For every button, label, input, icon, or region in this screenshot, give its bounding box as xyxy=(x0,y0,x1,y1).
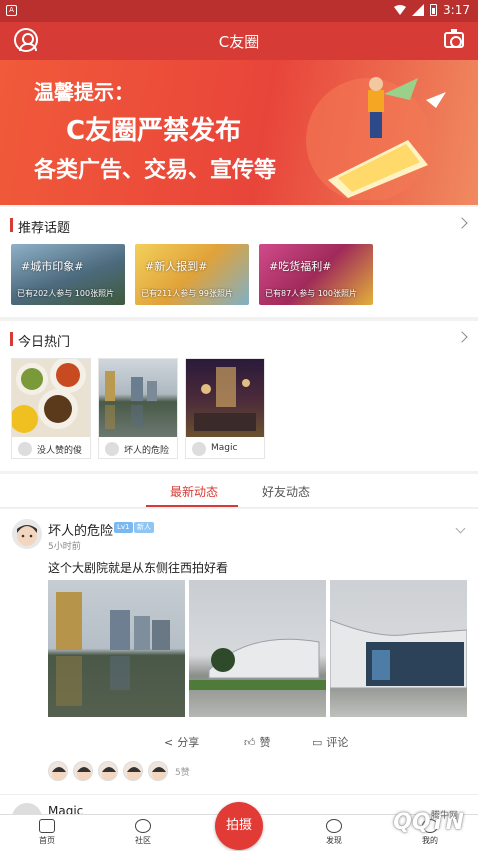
liker-avatar[interactable] xyxy=(123,761,143,781)
notice-banner[interactable]: 温馨提示： C友圈严禁发布 各类广告、交易、宣传等 xyxy=(0,60,478,205)
topic-card[interactable]: #新人报到# 已有211人参与 99张照片 xyxy=(135,244,249,305)
post-content: 这个大剧院就是从东侧往西拍好看 xyxy=(48,561,229,575)
feed-post: 坏人的危险 Lv1 新人 5小时前 这个大剧院就是从东侧往西拍好看 < 分享 👍… xyxy=(0,509,478,794)
liker-avatar[interactable] xyxy=(148,761,168,781)
topics-title: 推荐话题 xyxy=(18,221,71,236)
topic-tag: #城市印象# xyxy=(21,260,84,273)
avatar xyxy=(105,442,119,456)
nav-discover[interactable]: 发现 xyxy=(304,819,364,846)
topic-stats: 已有87人参与 100张照片 xyxy=(265,289,357,298)
topic-tag: #新人报到# xyxy=(145,260,208,273)
chevron-down-icon[interactable] xyxy=(455,523,466,534)
status-time: 3:17 xyxy=(443,3,470,17)
notification-icon: A xyxy=(6,5,17,16)
compass-icon xyxy=(326,819,342,833)
topic-card[interactable]: #吃货福利# 已有87人参与 100张照片 xyxy=(259,244,373,305)
thumbs-up-icon: 👍︎ xyxy=(244,735,256,749)
topic-stats: 已有211人参与 99张照片 xyxy=(141,289,233,298)
like-button[interactable]: 👍︎ 赞 xyxy=(244,734,271,750)
hot-username: 没人赞的俊 xyxy=(37,446,83,456)
banner-illustration xyxy=(306,77,446,200)
post-photo[interactable] xyxy=(189,580,326,717)
battery-icon xyxy=(430,4,438,16)
share-icon: < xyxy=(164,735,174,749)
banner-line2: C友圈严禁发布 xyxy=(66,116,242,146)
post-actions: < 分享 👍︎ 赞 ▭ 评论 xyxy=(0,731,478,751)
hot-username: 坏人的危险 xyxy=(124,446,170,456)
post-time: 5小时前 xyxy=(48,542,81,552)
tab-indicator xyxy=(146,505,238,507)
watermark-text: 腾牛网 xyxy=(430,811,458,821)
avatar xyxy=(18,442,32,456)
topic-card[interactable]: #城市印象# 已有202人参与 100张照片 xyxy=(11,244,125,305)
page-title: C友圈 xyxy=(218,33,260,51)
camera-icon[interactable] xyxy=(444,29,464,48)
post-username[interactable]: 坏人的危险 xyxy=(48,520,113,539)
avatar[interactable] xyxy=(12,519,42,549)
topic-stats: 已有202人参与 100张照片 xyxy=(17,289,115,298)
comment-button[interactable]: ▭ 评论 xyxy=(312,734,348,750)
feed-tabs: 最新动态 好友动态 xyxy=(0,474,478,508)
signal-icon xyxy=(412,4,425,16)
wifi-icon xyxy=(394,5,407,15)
hot-image xyxy=(186,359,264,437)
tab-latest[interactable]: 最新动态 xyxy=(170,483,218,500)
liker-avatar[interactable] xyxy=(48,761,68,781)
topic-tag: #吃货福利# xyxy=(269,260,332,273)
hot-item[interactable]: 坏人的危险 xyxy=(98,358,178,459)
home-icon xyxy=(39,819,55,833)
level-badge: Lv1 xyxy=(114,522,133,533)
comment-icon: ▭ xyxy=(312,735,323,749)
newbie-badge: 新人 xyxy=(134,522,154,533)
banner-line3: 各类广告、交易、宣传等 xyxy=(34,158,277,183)
tab-friends[interactable]: 好友动态 xyxy=(262,483,310,500)
community-icon xyxy=(135,819,151,833)
hot-image xyxy=(99,359,177,437)
hot-title: 今日热门 xyxy=(18,335,71,350)
hot-image xyxy=(12,359,90,437)
chevron-right-icon[interactable] xyxy=(456,331,468,343)
nav-community[interactable]: 社区 xyxy=(113,819,173,846)
app-header: C友圈 xyxy=(0,22,478,60)
liker-avatar[interactable] xyxy=(73,761,93,781)
post-photo[interactable] xyxy=(330,580,467,717)
hot-item[interactable]: 没人赞的俊 xyxy=(11,358,91,459)
liker-avatar[interactable] xyxy=(98,761,118,781)
hot-username: Magic xyxy=(211,443,238,453)
post-photo[interactable] xyxy=(48,580,185,717)
like-count: 5赞 xyxy=(175,767,190,778)
avatar xyxy=(192,442,206,456)
share-button[interactable]: < 分享 xyxy=(164,734,199,750)
shoot-button[interactable]: 拍摄 xyxy=(215,802,263,850)
nav-home[interactable]: 首页 xyxy=(17,819,77,846)
hot-item[interactable]: Magic xyxy=(185,358,265,459)
banner-line1: 温馨提示： xyxy=(34,80,134,104)
chevron-right-icon[interactable] xyxy=(456,217,468,229)
likers-list: 5赞 xyxy=(48,761,190,781)
status-bar: A 3:17 xyxy=(0,0,478,22)
